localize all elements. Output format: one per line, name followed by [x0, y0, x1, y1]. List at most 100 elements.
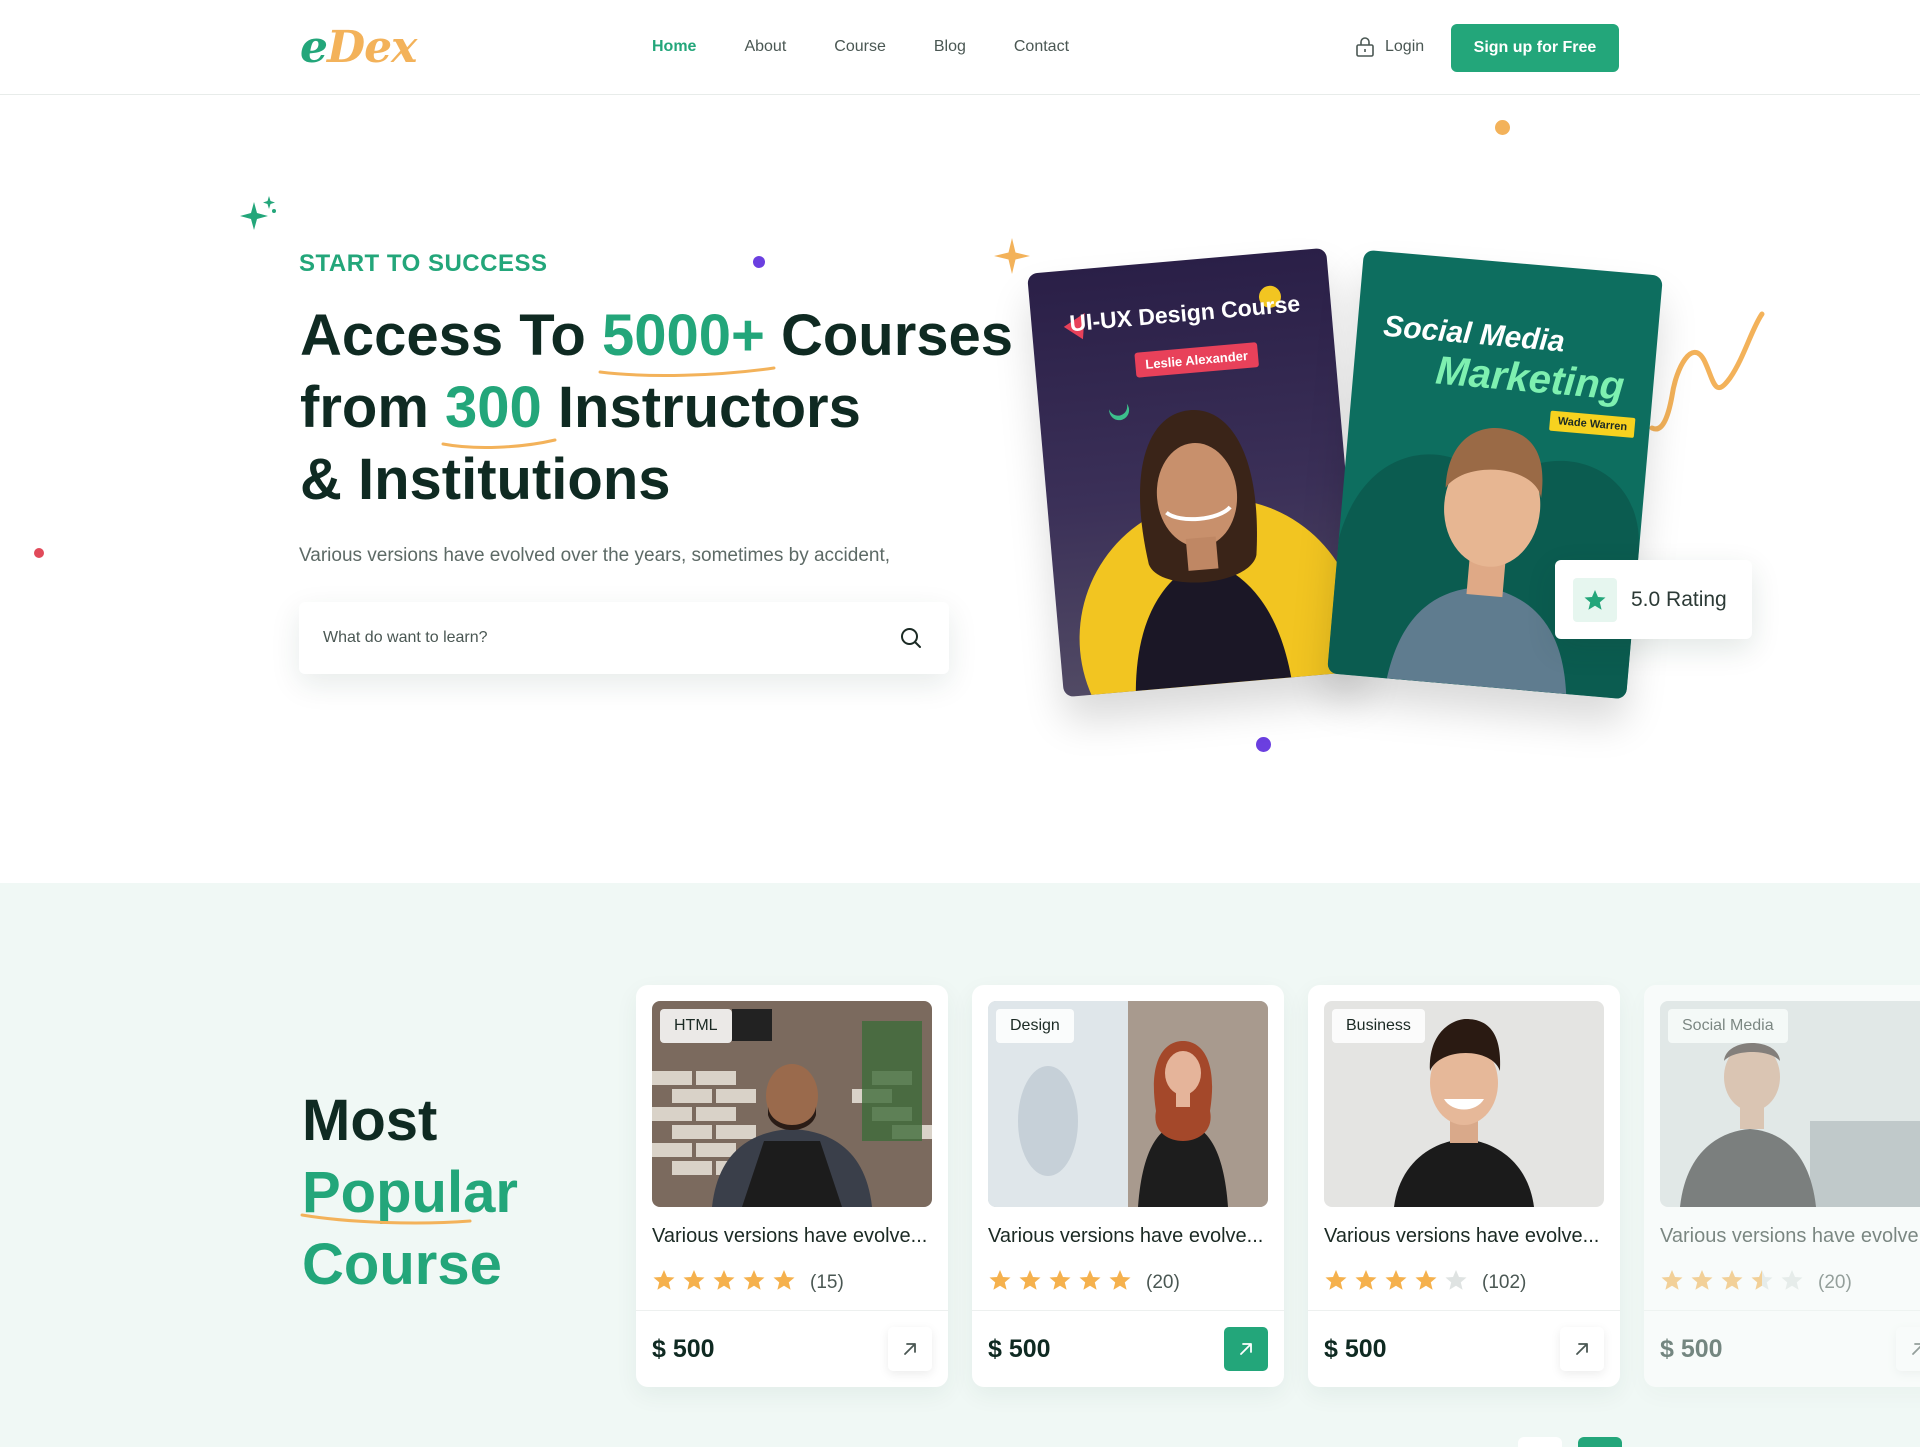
star-icon: [1780, 1268, 1804, 1297]
star-icon: [1660, 1268, 1684, 1297]
star-icon: [742, 1268, 766, 1297]
star-icon: [988, 1268, 1012, 1297]
nav-about[interactable]: About: [744, 38, 786, 56]
card-divider: [636, 1310, 948, 1311]
course-title[interactable]: Various versions have evolve: [1660, 1225, 1919, 1248]
course-rating: (15): [652, 1268, 844, 1297]
slider-next-button[interactable]: [1578, 1437, 1622, 1447]
arrow-up-right-icon: [1576, 1343, 1588, 1355]
signup-button[interactable]: Sign up for Free: [1451, 24, 1619, 72]
logo-part2: Dex: [327, 22, 417, 73]
course-card-business[interactable]: Business Various versions have evolve...…: [1308, 985, 1620, 1387]
popular-title: Most Popular Course: [300, 1085, 518, 1301]
card-divider: [1644, 1310, 1920, 1311]
course-title[interactable]: Various versions have evolve...: [1324, 1225, 1599, 1248]
lock-icon: [1356, 37, 1374, 57]
nav-home[interactable]: Home: [652, 38, 696, 56]
course-title[interactable]: Various versions have evolve...: [652, 1225, 927, 1248]
sparkle-icon: [240, 196, 276, 230]
star-sparkle-icon: [994, 238, 1030, 274]
hero-title-part5: & Institutions: [300, 447, 671, 512]
star-icon: [712, 1268, 736, 1297]
slider-prev-button[interactable]: [1518, 1437, 1562, 1447]
course-price: $ 500: [652, 1335, 715, 1363]
hero-highlight-300: 300: [441, 372, 557, 449]
search-input[interactable]: [323, 602, 883, 674]
rating-badge: 5.0 Rating: [1555, 560, 1752, 639]
review-count: (20): [1146, 1271, 1180, 1293]
popular-title-line1: Most: [302, 1088, 438, 1153]
star-icon-badge: [1573, 578, 1617, 622]
star-icon: [1018, 1268, 1042, 1297]
hero-title-part1: Access To: [300, 303, 602, 368]
course-price: $ 500: [1324, 1335, 1387, 1363]
login-button[interactable]: Login: [1355, 36, 1424, 58]
star-icon: [652, 1268, 676, 1297]
star-icon: [1750, 1268, 1774, 1297]
nav-blog[interactable]: Blog: [934, 38, 966, 56]
hero-title-part3: from: [300, 375, 445, 440]
orange-dot: [1495, 120, 1510, 135]
card-divider: [972, 1310, 1284, 1311]
purple-dot: [753, 256, 765, 268]
course-card-design[interactable]: Design Various versions have evolve... (…: [972, 985, 1284, 1387]
course-price: $ 500: [1660, 1335, 1723, 1363]
star-icon: [1414, 1268, 1438, 1297]
course-category-badge: Social Media: [1668, 1009, 1788, 1043]
star-icon: [1108, 1268, 1132, 1297]
nav-course[interactable]: Course: [834, 38, 886, 56]
course-category-badge: Business: [1332, 1009, 1425, 1043]
review-count: (20): [1818, 1271, 1852, 1293]
hero-title-part4: Instructors: [541, 375, 861, 440]
popular-title-line3: Course: [302, 1232, 502, 1297]
rating-label: 5.0 Rating: [1631, 588, 1727, 611]
course-open-button[interactable]: [1224, 1327, 1268, 1371]
arrow-up-right-icon: [1912, 1343, 1920, 1355]
red-dot: [34, 548, 44, 558]
star-icon: [1384, 1268, 1408, 1297]
purple-dot-bottom: [1256, 737, 1271, 752]
course-rating: (20): [1660, 1268, 1852, 1297]
card-divider: [1308, 1310, 1620, 1311]
review-count: (102): [1482, 1271, 1527, 1293]
squiggle-decoration: [1649, 311, 1765, 432]
hero-highlight-5000-text: 5000+: [601, 303, 765, 368]
hero-title: Access To 5000+ Courses from 300 Instruc…: [300, 300, 1020, 516]
star-icon: [1690, 1268, 1714, 1297]
arrow-up-right-icon: [904, 1343, 916, 1355]
nav-contact[interactable]: Contact: [1014, 38, 1069, 56]
logo-part1: e: [300, 22, 328, 73]
hero-highlight-300-text: 300: [445, 375, 542, 440]
review-count: (15): [810, 1271, 844, 1293]
course-title[interactable]: Various versions have evolve...: [988, 1225, 1263, 1248]
course-open-button[interactable]: [888, 1327, 932, 1371]
course-category-badge: Design: [996, 1009, 1074, 1043]
star-icon: [1324, 1268, 1348, 1297]
popular-title-line2: Popular: [300, 1157, 518, 1229]
star-icon: [1048, 1268, 1072, 1297]
hero-eyebrow: START TO SUCCESS: [299, 250, 548, 277]
popular-section: [0, 883, 1920, 1447]
course-category-badge: HTML: [660, 1009, 732, 1043]
logo[interactable]: eDex: [300, 22, 417, 73]
star-icon: [682, 1268, 706, 1297]
hero-subtitle: Various versions have evolved over the y…: [299, 545, 891, 566]
course-open-button[interactable]: [1560, 1327, 1604, 1371]
star-icon: [772, 1268, 796, 1297]
site-header: eDex Home About Course Blog Contact Logi…: [0, 0, 1920, 95]
course-card-uiux[interactable]: UI-UX Design Course Leslie Alexander: [1027, 247, 1363, 698]
star-icon: [1078, 1268, 1102, 1297]
star-icon: [1444, 1268, 1468, 1297]
course-card-social-media-small[interactable]: Social Media Various versions have evolv…: [1644, 985, 1920, 1387]
search-icon[interactable]: [899, 626, 923, 650]
course-open-button[interactable]: [1896, 1327, 1920, 1371]
search-box: [299, 602, 949, 674]
hero-highlight-5000: 5000+: [598, 300, 776, 377]
course-card-html[interactable]: HTML Various versions have evolve... (15…: [636, 985, 948, 1387]
hero-title-part2: Courses: [764, 303, 1014, 368]
main-nav: Home About Course Blog Contact: [652, 38, 1117, 56]
star-icon: [1720, 1268, 1744, 1297]
course-price: $ 500: [988, 1335, 1051, 1363]
course-rating: (20): [988, 1268, 1180, 1297]
login-label: Login: [1385, 38, 1425, 55]
